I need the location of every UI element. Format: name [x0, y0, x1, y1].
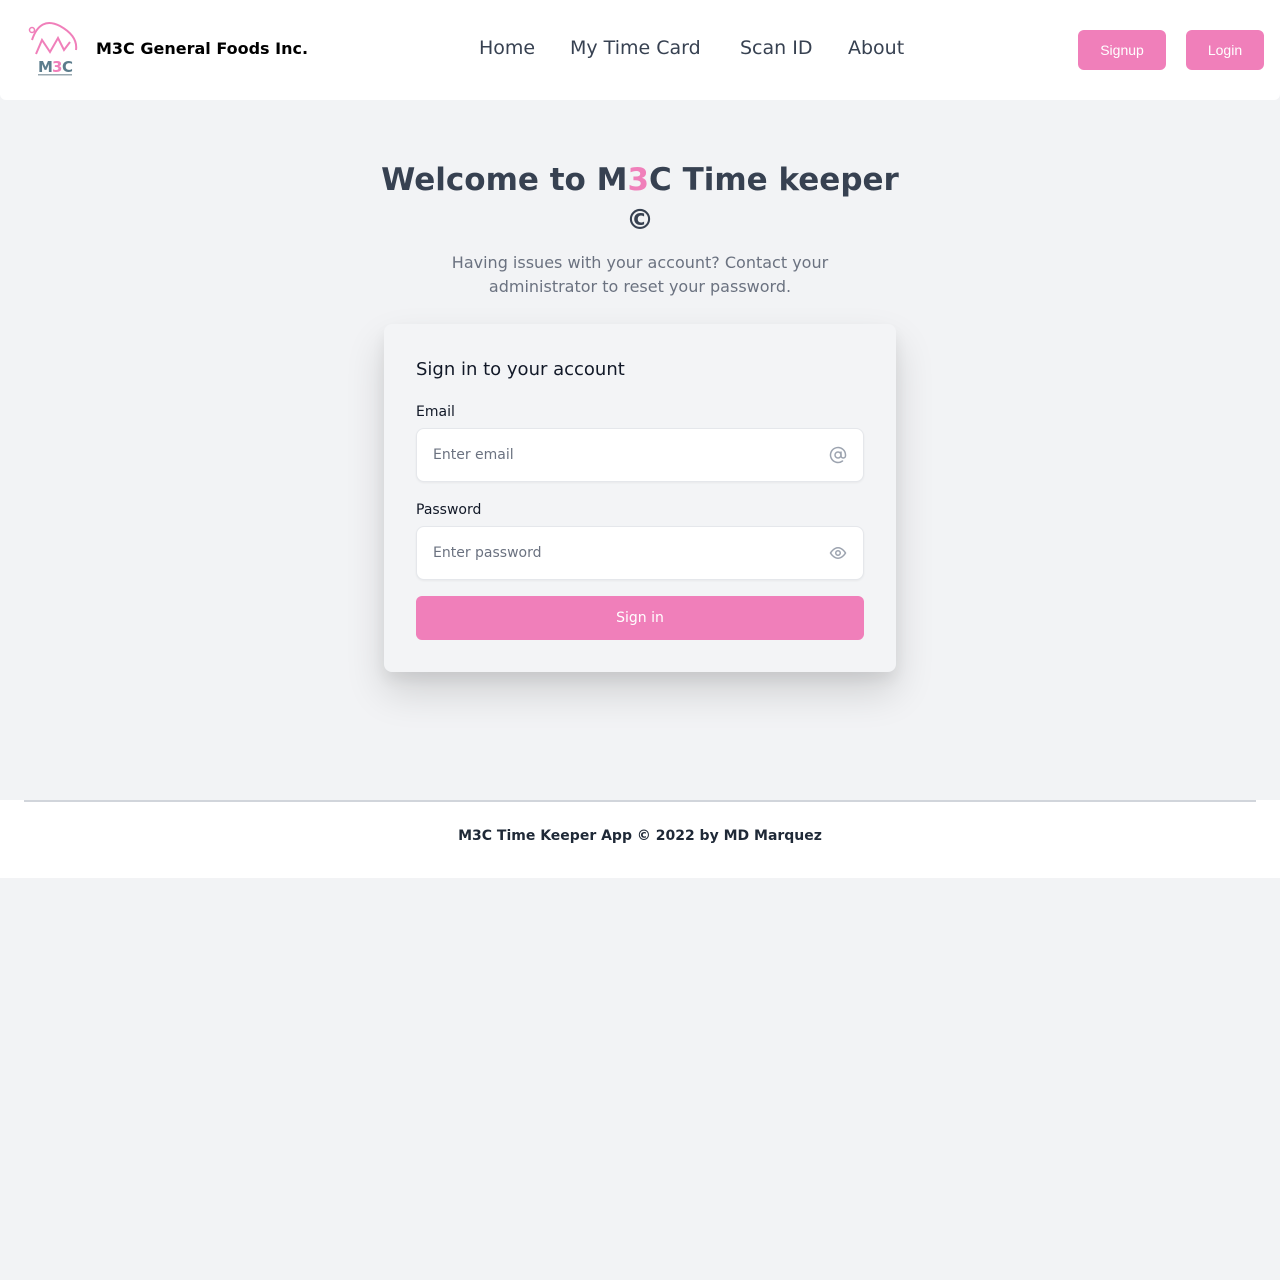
help-text: Having issues with your account? Contact…: [451, 253, 829, 296]
page-title: Welcome to M3C Time keeper ©: [340, 160, 940, 240]
signin-card-title: Sign in to your account: [416, 359, 625, 380]
password-input[interactable]: [433, 527, 813, 579]
at-sign-icon: [829, 446, 847, 464]
nav-home[interactable]: Home: [479, 37, 535, 59]
signup-button[interactable]: Signup: [1078, 30, 1166, 70]
footer-copyright: M3C Time Keeper App © 2022 by MD Marquez: [458, 828, 822, 844]
eye-icon[interactable]: [829, 544, 847, 562]
signin-button[interactable]: Sign in: [416, 596, 864, 640]
copyright-symbol: ©: [626, 203, 654, 236]
password-label: Password: [416, 502, 482, 518]
title-accent: 3: [627, 162, 650, 198]
email-input[interactable]: [433, 429, 813, 481]
title-text-start: Welcome to M: [381, 162, 628, 198]
title-text-end: C Time keeper: [649, 162, 899, 198]
signin-card: Sign in to your account Email Password S…: [384, 324, 896, 672]
top-navbar: M 3 C M3C General Foods Inc. Home My Tim…: [0, 0, 1280, 100]
footer-divider: [24, 800, 1256, 802]
nav-about[interactable]: About: [848, 37, 904, 59]
login-button[interactable]: Login: [1186, 30, 1264, 70]
email-field-wrapper: [416, 428, 864, 482]
password-field-wrapper: [416, 526, 864, 580]
page-footer: M3C Time Keeper App © 2022 by MD Marquez: [0, 800, 1280, 878]
nav-scan-id[interactable]: Scan ID: [740, 37, 812, 59]
nav-my-time-card[interactable]: My Time Card: [570, 37, 701, 59]
email-label: Email: [416, 404, 455, 420]
